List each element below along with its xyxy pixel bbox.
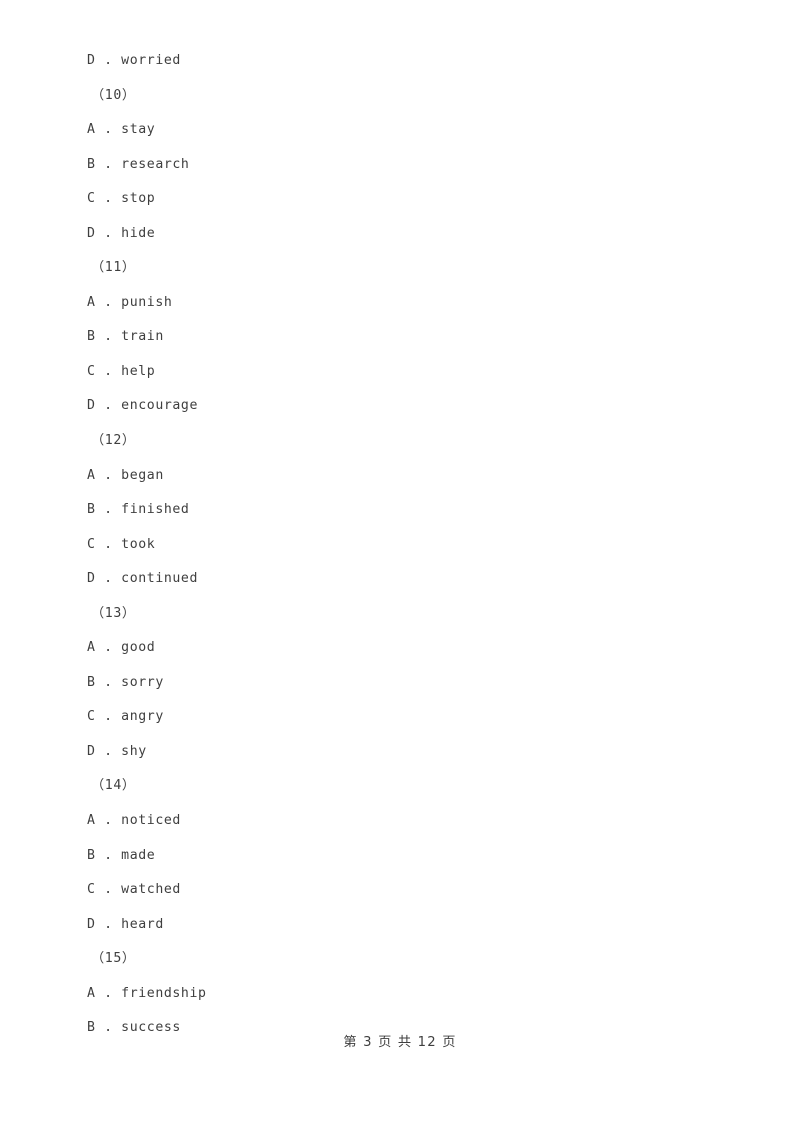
- answer-option: B . train: [87, 329, 164, 345]
- answer-option: A . punish: [87, 294, 173, 310]
- answer-option: D . heard: [87, 916, 164, 932]
- options-list: D . worried （10） A . stay B . research C . s…: [87, 44, 707, 1046]
- answer-option: A . stay: [87, 122, 156, 138]
- question-number: （14）: [91, 778, 136, 794]
- answer-option: B . sorry: [87, 674, 164, 690]
- answer-option: D . continued: [87, 571, 199, 587]
- answer-option: B . finished: [87, 502, 190, 518]
- answer-option: C . took: [87, 536, 156, 552]
- question-number: （10）: [91, 87, 136, 103]
- answer-option: C . watched: [87, 882, 181, 898]
- answer-option: D . hide: [87, 225, 156, 241]
- answer-option: C . help: [87, 363, 156, 379]
- answer-option: A . began: [87, 467, 164, 483]
- answer-option: C . stop: [87, 191, 156, 207]
- answer-option: B . made: [87, 847, 156, 863]
- answer-option: A . noticed: [87, 813, 181, 829]
- answer-option: D . shy: [87, 743, 147, 759]
- question-number: （11）: [91, 260, 136, 276]
- question-number: （15）: [91, 951, 136, 967]
- answer-option: D . encourage: [87, 398, 199, 414]
- question-number: （13）: [91, 605, 136, 621]
- answer-option: C . angry: [87, 709, 164, 725]
- question-number: （12）: [91, 433, 136, 449]
- answer-option: B . research: [87, 156, 190, 172]
- document-page: D . worried （10） A . stay B . research C . s…: [0, 0, 800, 1132]
- answer-option: D . worried: [87, 53, 181, 68]
- answer-option: A . friendship: [87, 985, 207, 1001]
- answer-option: A . good: [87, 640, 156, 656]
- page-footer: 第 3 页 共 12 页: [343, 1035, 457, 1050]
